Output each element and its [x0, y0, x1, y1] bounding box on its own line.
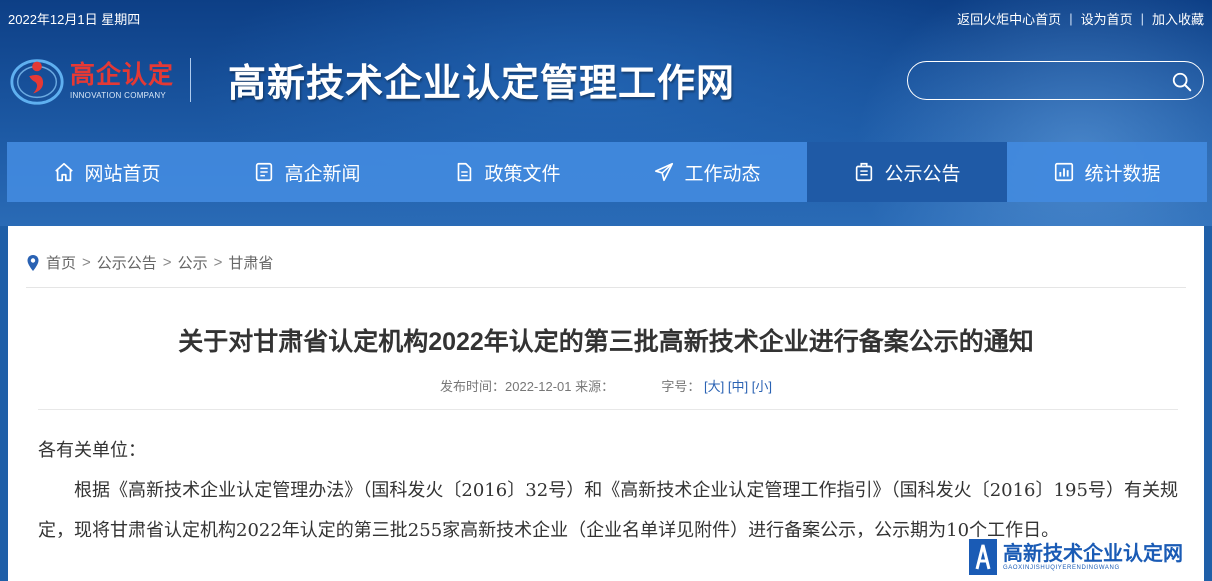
watermark-cn: 高新技术企业认定网: [1003, 542, 1183, 565]
site-title: 高新技术企业认定管理工作网: [228, 60, 736, 105]
location-pin-icon: [27, 254, 39, 271]
font-size-label: 字号：: [661, 379, 701, 394]
nav-label: 工作动态: [684, 163, 761, 185]
link-separator: |: [1140, 11, 1144, 26]
nav-label: 统计数据: [1084, 163, 1161, 185]
logo-divider: [190, 58, 192, 102]
breadcrumb-separator: >: [82, 254, 91, 271]
main-nav: 网站首页 高企新闻 政策文件 工作动态 公示公告 统计数据: [7, 142, 1207, 202]
watermark-emblem-icon: [969, 538, 997, 575]
site-logo[interactable]: 高企认定 INNOVATION COMPANY: [8, 50, 192, 110]
breadcrumb: 首页 > 公示公告 > 公示 > 甘肃省: [26, 252, 273, 273]
watermark-en: GAOXINJISHUQIYERENDINGWANG: [1003, 564, 1120, 571]
chart-icon: [1055, 162, 1074, 182]
nav-label: 高企新闻: [284, 163, 361, 185]
breadcrumb-publicity[interactable]: 公示: [178, 252, 208, 273]
nav-item-work-news[interactable]: 工作动态: [607, 142, 807, 202]
send-icon: [655, 162, 674, 182]
breadcrumb-home[interactable]: 首页: [46, 252, 76, 273]
current-date: 2022年12月1日 星期四: [8, 12, 141, 27]
nav-item-home[interactable]: 网站首页: [7, 142, 207, 202]
top-bar: 2022年12月1日 星期四 返回火炬中心首页 | 设为首页 | 加入收藏: [0, 0, 1212, 34]
document-icon: [458, 162, 472, 182]
article-meta: 发布时间：2022-12-01 来源： 字号： [大] [中] [小]: [8, 376, 1204, 395]
logo-brand-cn: 高企认定: [70, 60, 175, 89]
nav-label: 公示公告: [884, 163, 961, 185]
breadcrumb-separator: >: [162, 254, 172, 271]
logo-text: 高企认定 INNOVATION COMPANY: [70, 61, 174, 100]
notice-icon: [856, 162, 873, 182]
font-size-large-button[interactable]: [大]: [704, 379, 724, 394]
breadcrumb-divider: [26, 287, 1186, 288]
site-header: 2022年12月1日 星期四 返回火炬中心首页 | 设为首页 | 加入收藏 高企…: [0, 0, 1212, 226]
nav-item-news[interactable]: 高企新闻: [207, 142, 407, 202]
link-separator: |: [1069, 11, 1073, 26]
news-icon: [256, 162, 273, 182]
logo-brand-en: INNOVATION COMPANY: [70, 90, 167, 100]
nav-item-policy[interactable]: 政策文件: [407, 142, 607, 202]
publish-info: 发布时间：2022-12-01 来源：: [440, 379, 615, 394]
add-favorite-link[interactable]: 加入收藏: [1152, 9, 1204, 28]
breadcrumb-separator: >: [213, 254, 223, 271]
article-title: 关于对甘肃省认定机构2022年认定的第三批高新技术企业进行备案公示的通知: [178, 328, 1034, 356]
nav-item-notices[interactable]: 公示公告: [807, 142, 1007, 202]
search-box: [907, 61, 1204, 100]
set-homepage-link[interactable]: 设为首页: [1081, 9, 1133, 28]
title-divider: [38, 409, 1178, 410]
logo-emblem-icon: [10, 59, 64, 105]
salutation: 各有关单位：: [38, 440, 146, 461]
home-icon: [55, 162, 74, 182]
top-links: 返回火炬中心首页 | 设为首页 | 加入收藏: [957, 9, 1204, 28]
nav-label: 政策文件: [484, 163, 561, 185]
watermark-logo: 高新技术企业认定网 GAOXINJISHUQIYERENDINGWANG: [965, 532, 1212, 581]
breadcrumb-notices[interactable]: 公示公告: [97, 252, 157, 273]
breadcrumb-gansu[interactable]: 甘肃省: [228, 252, 273, 273]
watermark-text: 高新技术企业认定网 GAOXINJISHUQIYERENDINGWANG: [1003, 543, 1183, 571]
font-size-medium-button[interactable]: [中]: [728, 379, 748, 394]
search-input[interactable]: [922, 70, 1162, 92]
search-icon[interactable]: [1171, 71, 1193, 93]
nav-label: 网站首页: [84, 163, 161, 185]
font-size-small-button[interactable]: [小]: [752, 379, 772, 394]
nav-item-statistics[interactable]: 统计数据: [1007, 142, 1207, 202]
article-panel: 首页 > 公示公告 > 公示 > 甘肃省 关于对甘肃省认定机构2022年认定的第…: [8, 226, 1204, 581]
back-to-torch-center-link[interactable]: 返回火炬中心首页: [957, 9, 1061, 28]
